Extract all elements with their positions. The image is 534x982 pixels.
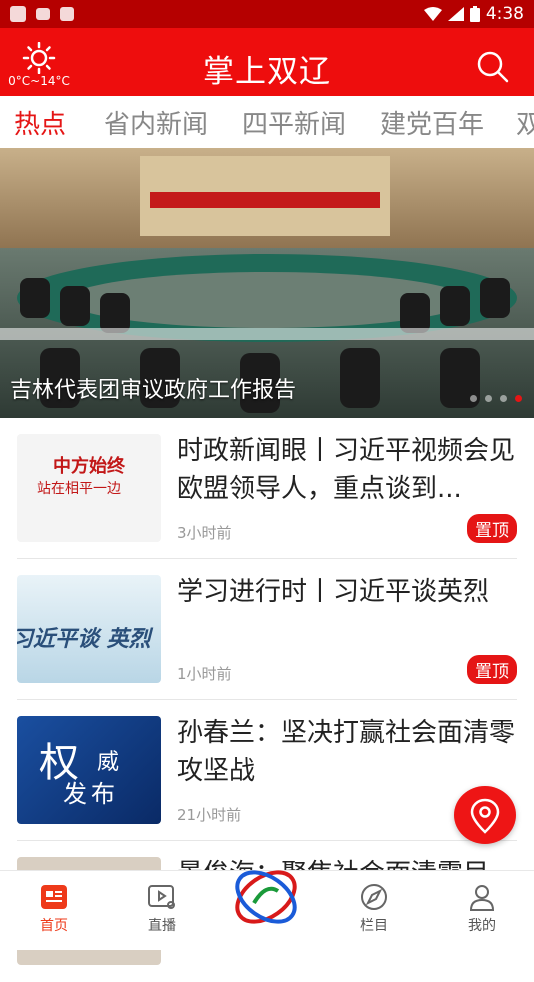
tab-party-centenary[interactable]: 建党百年 <box>380 104 484 141</box>
location-pin-icon <box>454 786 516 844</box>
news-time: 3小时前 <box>177 522 232 543</box>
nav-home[interactable]: 首页 <box>14 883 94 935</box>
news-thumbnail: 权 威 发布 <box>17 716 161 824</box>
news-thumbnail: 中方始终 站在相平一边 <box>17 434 161 542</box>
news-title: 时政新闻眼丨习近平视频会见欧盟领导人，重点谈到... <box>177 432 517 508</box>
signal-icon <box>448 7 464 21</box>
carousel-dot <box>500 395 507 402</box>
news-thumbnail: 习近平谈 英烈 <box>17 575 161 683</box>
compass-icon <box>359 883 389 911</box>
thumb-text: 威 <box>97 744 119 776</box>
carousel-dot <box>485 395 492 402</box>
news-item[interactable]: 中方始终 站在相平一边 时政新闻眼丨习近平视频会见欧盟领导人，重点谈到... 3… <box>17 418 517 559</box>
news-title: 孙春兰：坚决打赢社会面清零攻坚战 <box>177 714 517 790</box>
tab-province-news[interactable]: 省内新闻 <box>104 104 208 141</box>
thumb-text: 习近平谈 英烈 <box>17 621 151 653</box>
location-button[interactable] <box>454 786 516 844</box>
status-indicators: 4:38 <box>424 4 524 24</box>
nav-label: 直播 <box>148 918 176 934</box>
wifi-icon <box>424 7 442 21</box>
nav-columns[interactable]: 栏目 <box>334 883 414 935</box>
tab-shuangliao[interactable]: 双 <box>516 104 534 141</box>
carousel-caption: 吉林代表团审议政府工作报告 <box>10 372 296 404</box>
home-news-icon <box>40 883 68 911</box>
tab-hot[interactable]: 热点 <box>14 104 66 141</box>
download-notification-icon <box>60 7 74 21</box>
news-time: 21小时前 <box>177 804 241 825</box>
nav-label: 我的 <box>468 918 496 934</box>
app-logo-icon <box>232 863 300 931</box>
status-bar: 4:38 <box>0 0 534 28</box>
tab-siping-news[interactable]: 四平新闻 <box>242 104 346 141</box>
bottom-navigation: 首页 直播 栏目 我的 <box>0 870 534 950</box>
news-item[interactable]: 习近平谈 英烈 学习进行时丨习近平谈英烈 1小时前 置顶 <box>17 559 517 700</box>
search-icon[interactable] <box>476 50 510 84</box>
thumb-text: 发布 <box>63 774 119 809</box>
carousel-dot <box>470 395 477 402</box>
notification-icons <box>10 6 74 22</box>
nav-live[interactable]: 直播 <box>122 883 202 935</box>
headline-carousel[interactable]: 吉林代表团审议政府工作报告 <box>0 148 534 418</box>
news-title: 学习进行时丨习近平谈英烈 <box>177 573 517 611</box>
category-tabs: 热点 省内新闻 四平新闻 建党百年 双 <box>0 96 534 148</box>
pinned-badge: 置顶 <box>467 655 517 684</box>
pinned-badge: 置顶 <box>467 514 517 543</box>
clock: 4:38 <box>486 4 524 24</box>
carousel-dot-active <box>515 395 522 402</box>
app-notification-icon <box>10 6 26 22</box>
news-time: 1小时前 <box>177 663 232 684</box>
nav-label: 首页 <box>40 918 68 934</box>
thumb-text: 站在相平一边 <box>37 478 121 498</box>
app-header: 0°C~14°C 掌上双辽 <box>0 28 534 96</box>
app-title: 掌上双辽 <box>0 46 534 91</box>
nav-label: 栏目 <box>360 918 388 934</box>
user-icon <box>468 883 496 911</box>
message-notification-icon <box>36 8 50 20</box>
live-video-icon <box>147 883 177 911</box>
thumb-text: 中方始终 <box>53 452 125 478</box>
battery-icon <box>470 6 480 22</box>
app-logo-button[interactable] <box>232 863 300 945</box>
nav-profile[interactable]: 我的 <box>442 883 522 935</box>
carousel-indicator <box>470 395 522 402</box>
news-item[interactable]: 权 威 发布 孙春兰：坚决打赢社会面清零攻坚战 21小时前 <box>17 700 517 841</box>
